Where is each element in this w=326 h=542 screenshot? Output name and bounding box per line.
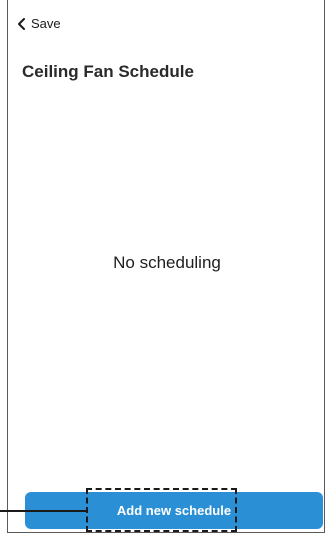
back-button-label: Save xyxy=(31,16,61,31)
empty-state-message: No scheduling xyxy=(113,253,221,272)
back-button[interactable]: Save xyxy=(17,16,61,31)
add-new-schedule-label: Add new schedule xyxy=(116,503,232,518)
page-title: Ceiling Fan Schedule xyxy=(22,62,194,81)
app-screen: Save Ceiling Fan Schedule No scheduling … xyxy=(7,0,325,533)
add-new-schedule-button[interactable]: Add new schedule xyxy=(25,492,323,529)
chevron-left-icon xyxy=(17,17,27,30)
